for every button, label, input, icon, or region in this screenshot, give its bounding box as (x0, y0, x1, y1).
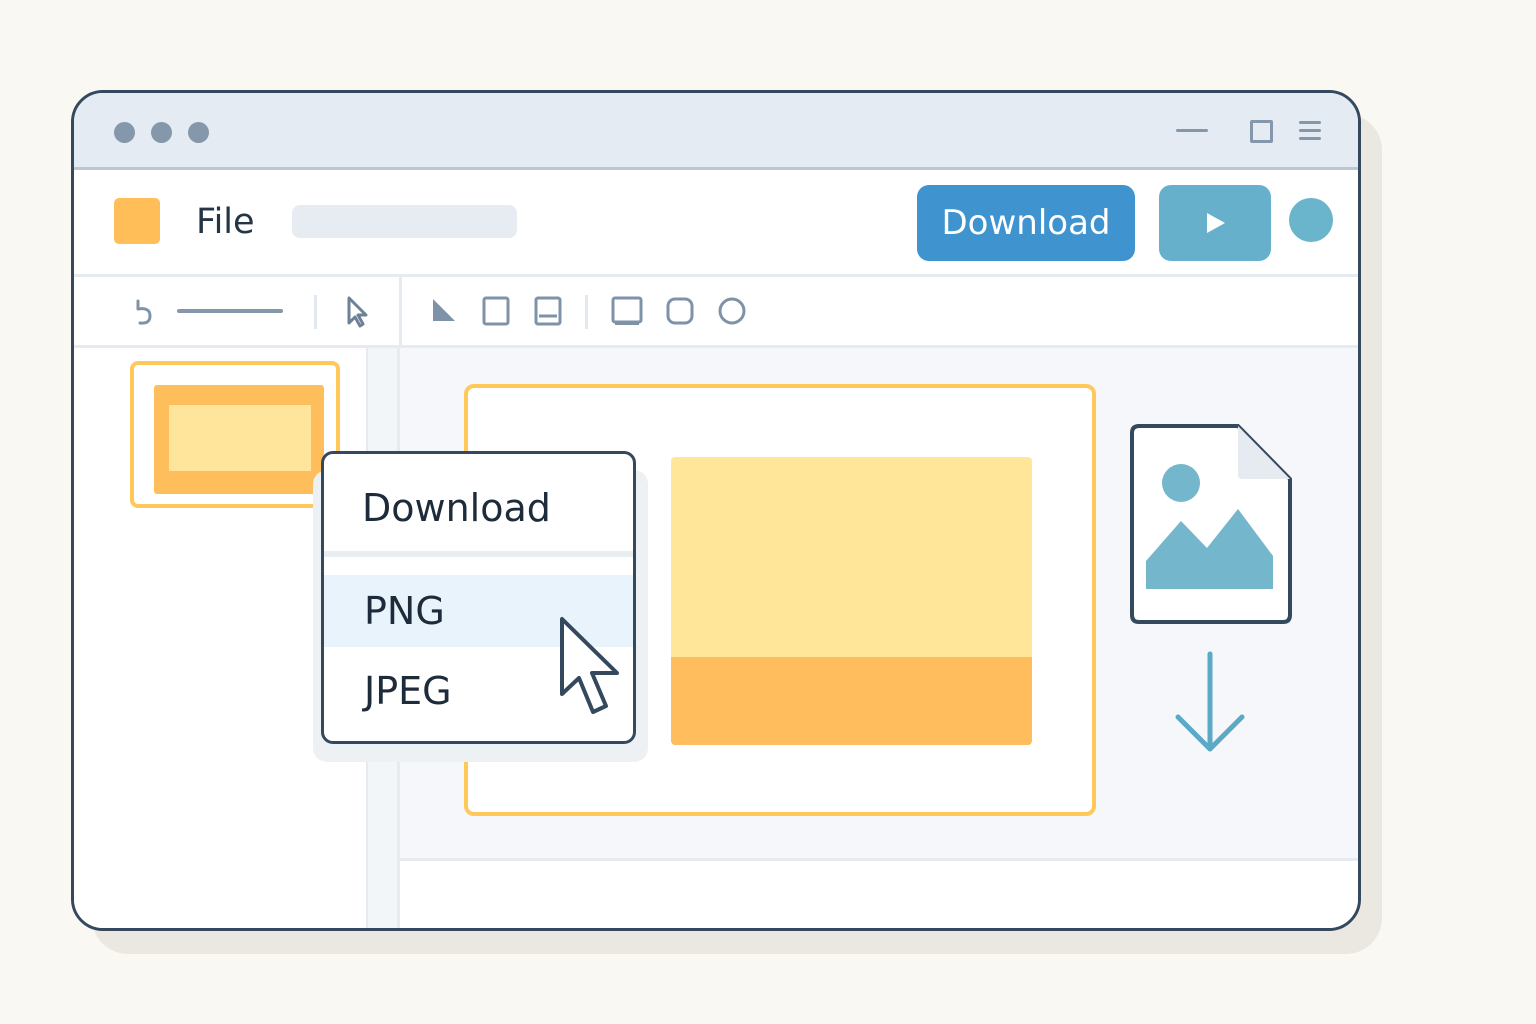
window-minimize-dot[interactable] (151, 122, 172, 143)
title-bar (74, 93, 1358, 170)
app-window: File Download (71, 90, 1361, 931)
undo-icon[interactable] (130, 297, 156, 327)
slide-thumbnail[interactable] (130, 361, 340, 508)
toolbar-separator (585, 295, 588, 329)
circle-tool-icon[interactable] (717, 296, 747, 326)
image-file-icon (1130, 424, 1292, 624)
window-close-dot[interactable] (114, 122, 135, 143)
file-menu[interactable]: File (196, 202, 255, 242)
slide-image-band (671, 657, 1032, 745)
toolbar-divider (399, 277, 402, 345)
avatar[interactable] (1289, 198, 1333, 242)
status-strip (400, 861, 1358, 928)
minimize-icon[interactable] (1176, 129, 1208, 132)
hamburger-menu-icon[interactable] (1299, 121, 1321, 141)
dropdown-header: Download (362, 486, 551, 530)
triangle-tool-icon[interactable] (430, 296, 458, 324)
rectangle-tool-icon[interactable] (611, 296, 643, 326)
toolbar-separator (314, 295, 317, 329)
thumbnail-preview-inner (169, 405, 311, 471)
dropdown-option-label: PNG (364, 589, 445, 633)
stroke-width-slider[interactable] (177, 309, 283, 313)
pointer-tool-icon[interactable] (344, 295, 370, 329)
window-zoom-dot[interactable] (188, 122, 209, 143)
thumbnail-preview (154, 385, 324, 494)
dropdown-divider (324, 551, 633, 557)
app-logo (114, 198, 160, 244)
play-icon (1207, 213, 1225, 233)
search-bar[interactable] (292, 205, 517, 238)
maximize-icon[interactable] (1250, 120, 1273, 143)
rounded-rect-tool-icon[interactable] (666, 297, 694, 325)
square-tool-icon[interactable] (482, 296, 510, 326)
panel-tool-icon[interactable] (534, 296, 562, 326)
app-header: File Download (74, 170, 1358, 277)
slide-image-block[interactable] (671, 457, 1032, 657)
download-button[interactable]: Download (917, 185, 1135, 261)
mouse-cursor-icon (560, 617, 619, 714)
download-arrow-icon (1175, 651, 1245, 752)
toolbar (74, 277, 1358, 348)
play-button[interactable] (1159, 185, 1271, 261)
dropdown-option-label: JPEG (364, 669, 452, 713)
